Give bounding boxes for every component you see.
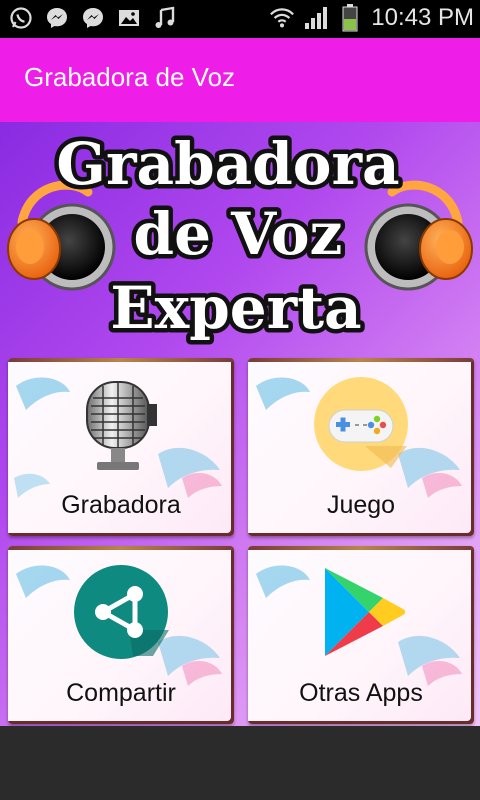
- juego-button[interactable]: Juego: [248, 358, 474, 536]
- banner-line-2: de Voz: [134, 200, 343, 268]
- banner-line-1: Grabadora: [56, 130, 399, 198]
- grabadora-button[interactable]: Grabadora: [8, 358, 234, 536]
- app-title: Grabadora de Voz: [24, 62, 236, 92]
- compartir-button[interactable]: Compartir: [8, 546, 234, 724]
- gamepad-icon: [314, 377, 408, 471]
- share-icon: [74, 565, 169, 659]
- signal-icon: [303, 5, 329, 31]
- main-content: Grabadora de Voz Experta Grabadora Juego…: [0, 122, 480, 726]
- headphone-right-icon: [364, 180, 473, 291]
- system-status: 10:43 PM: [269, 4, 474, 32]
- app-banner: Grabadora de Voz Experta: [7, 126, 473, 347]
- banner-line-3: Experta: [110, 274, 361, 342]
- clock: 10:43 PM: [371, 4, 474, 31]
- messenger-icon: [80, 5, 106, 31]
- status-bar: 10:43 PM: [0, 0, 480, 38]
- compartir-label: Compartir: [66, 679, 176, 707]
- headphone-left-icon: [7, 180, 116, 291]
- whatsapp-icon: [8, 5, 34, 31]
- music-icon: [152, 5, 178, 31]
- juego-label: Juego: [326, 491, 396, 519]
- battery-icon: [337, 4, 363, 32]
- play-store-icon: [325, 568, 406, 656]
- messenger-icon: [44, 5, 70, 31]
- notification-icons: [8, 5, 178, 31]
- gallery-icon: [116, 5, 142, 31]
- otras-apps-button[interactable]: Otras Apps: [248, 546, 474, 724]
- wifi-icon: [269, 5, 295, 31]
- app-bar: Grabadora de Voz: [0, 38, 480, 122]
- otras-apps-label: Otras Apps: [299, 679, 423, 707]
- microphone-icon: [86, 381, 157, 470]
- grabadora-label: Grabadora: [61, 491, 181, 519]
